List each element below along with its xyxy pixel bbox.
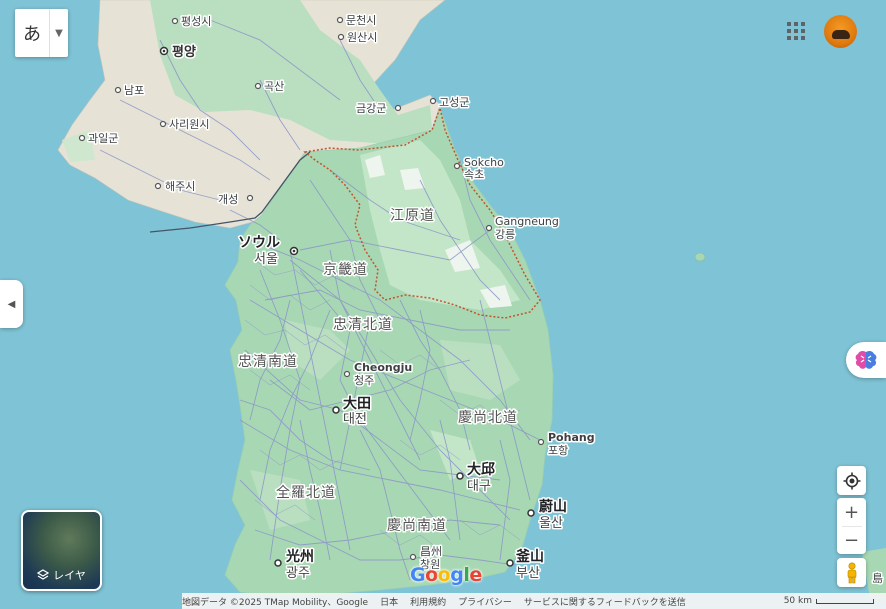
label-munchon: 문천시 [346, 13, 376, 27]
label-nampo: 남포 [124, 84, 144, 97]
zoom-in-button[interactable]: + [837, 499, 866, 526]
label-seoul-jp: ソウル [238, 235, 280, 251]
privacy-link[interactable]: プライバシー [458, 595, 512, 608]
label-kaesong: 개성 [218, 193, 238, 206]
label-pohang-en: Pohang [548, 431, 595, 444]
label-gwangju-han: 光州 [285, 548, 314, 565]
label-pyongsong: 평성시 [181, 15, 211, 28]
label-kosong: 고성군 [439, 96, 469, 109]
layers-label: レイヤ [53, 569, 86, 582]
label-wonsan: 원산시 [347, 31, 377, 44]
label-island-partial: 島 [872, 571, 883, 585]
label-gyeonggi: 京畿道 [323, 262, 368, 278]
label-gangneung-en: Gangneung [495, 215, 559, 228]
ime-char: あ [23, 24, 41, 45]
scale-bar[interactable]: 50 km [784, 596, 874, 606]
street-view-button[interactable] [837, 558, 866, 587]
feedback-link[interactable]: サービスに関するフィードバックを送信 [524, 595, 686, 608]
zoom-control: + − [837, 498, 866, 554]
google-logo: Google [410, 564, 482, 586]
label-changwon-han: 昌州 [420, 545, 442, 558]
label-busan-han: 釜山 [515, 548, 544, 565]
label-seoul-ko: 서울 [254, 252, 278, 267]
label-gangwon: 江原道 [390, 208, 435, 224]
map-canvas[interactable]: 평성시 문천시 원산시 평양 남포 곡산 금강군 고성군 과일군 사리원시 해주… [0, 0, 886, 609]
label-haeju: 해주시 [165, 179, 195, 193]
label-ulsan-han: 蔚山 [539, 498, 567, 515]
layers-button[interactable]: レイヤ [21, 510, 102, 591]
label-jeonbuk: 全羅北道 [276, 484, 336, 501]
label-daegu-ko: 대구 [467, 479, 491, 494]
avatar[interactable] [824, 15, 857, 48]
label-sariwon: 사리원시 [169, 118, 209, 131]
locate-icon [843, 472, 860, 489]
collapse-panel-button[interactable]: ◀ [0, 280, 23, 328]
label-chungnam: 忠清南道 [238, 354, 298, 370]
label-ulsan-ko: 울산 [539, 516, 563, 531]
label-gwangju-ko: 광주 [286, 566, 310, 581]
plus-icon: + [843, 501, 860, 523]
label-gyeongbuk: 慶尚北道 [458, 410, 518, 426]
scale-label: 50 km [783, 596, 812, 606]
label-daejeon-ko: 대전 [343, 412, 367, 427]
label-sokcho-ko: 속초 [464, 168, 484, 181]
label-pyongyang: 평양 [172, 44, 196, 60]
layers-icon [37, 569, 50, 580]
minus-icon: − [843, 529, 860, 551]
label-gangneung-ko: 강릉 [495, 228, 515, 241]
label-cheongju-en: Cheongju [354, 361, 412, 374]
pegman-icon [847, 561, 856, 583]
chevron-left-icon: ◀ [7, 298, 16, 310]
brain-icon [855, 350, 877, 369]
label-pohang-ko: 포항 [548, 444, 568, 457]
caret-down-icon[interactable]: ▼ [50, 28, 68, 39]
ai-assist-button[interactable] [846, 342, 886, 378]
label-daegu-han: 大邱 [467, 461, 495, 478]
zoom-out-button[interactable]: − [837, 527, 866, 554]
map-footer: 地図データ ©2025 TMap Mobility、Google 日本 利用規約… [182, 593, 886, 609]
label-koksan: 곡산 [264, 80, 284, 93]
country-link[interactable]: 日本 [380, 595, 398, 608]
label-chungbuk: 忠清北道 [333, 317, 393, 333]
label-cheongju-ko: 청주 [354, 374, 374, 387]
map-data-attribution: 地図データ ©2025 TMap Mobility、Google [182, 597, 369, 608]
terms-link[interactable]: 利用規約 [410, 595, 446, 608]
label-kumgang: 금강군 [356, 102, 386, 115]
input-method-button[interactable]: あ ▼ [15, 9, 68, 57]
apps-grid-icon[interactable] [787, 22, 805, 40]
label-kwail: 과일군 [88, 131, 118, 145]
label-busan-ko: 부산 [516, 566, 540, 581]
label-daejeon-han: 大田 [343, 395, 371, 412]
my-location-button[interactable] [837, 466, 866, 495]
label-gyeongnam: 慶尚南道 [387, 518, 447, 534]
scale-line [816, 598, 874, 604]
